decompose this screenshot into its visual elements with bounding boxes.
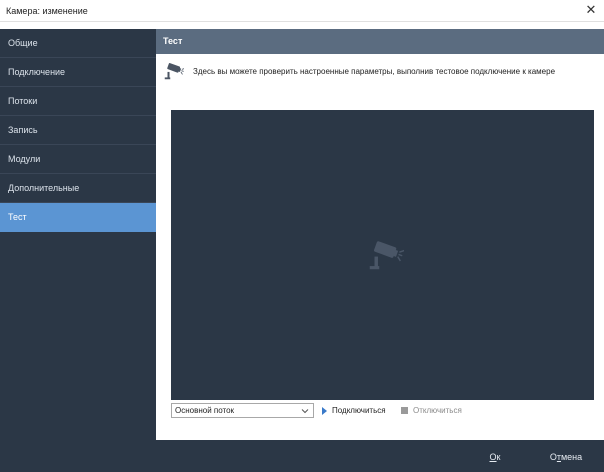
ok-button[interactable]: Ок — [474, 448, 516, 466]
disconnect-label: Отключиться — [413, 406, 462, 415]
ok-label-mnemonic: О — [489, 452, 497, 462]
camera-icon — [369, 241, 404, 270]
panel-header: Тест — [156, 29, 604, 54]
close-icon[interactable]: ✕ — [584, 3, 598, 17]
disconnect-button[interactable]: Отключиться — [401, 403, 462, 418]
sidebar-item-recording[interactable]: Запись — [0, 116, 156, 145]
cancel-label-first: О — [549, 452, 557, 462]
chevron-down-icon — [301, 409, 309, 414]
play-icon — [322, 406, 327, 415]
stream-select[interactable]: Основной поток — [171, 403, 314, 418]
sidebar: Общие Подключение Потоки Запись Модули Д… — [0, 29, 156, 440]
info-text: Здесь вы можете проверить настроенные па… — [193, 67, 556, 76]
cancel-button[interactable]: Отмена — [536, 448, 596, 466]
sidebar-item-streams[interactable]: Потоки — [0, 87, 156, 116]
stream-controls: Основной поток Подключиться Отключиться — [171, 403, 594, 421]
stop-icon — [401, 407, 408, 414]
title-bar: Камера: изменение ✕ — [0, 0, 604, 22]
info-bar: Здесь вы можете проверить настроенные па… — [156, 54, 604, 90]
stream-select-value: Основной поток — [175, 406, 235, 415]
sidebar-item-connection[interactable]: Подключение — [0, 58, 156, 87]
sidebar-item-additional[interactable]: Дополнительные — [0, 174, 156, 203]
sidebar-item-modules[interactable]: Модули — [0, 145, 156, 174]
footer-bar: Ок Отмена — [0, 440, 604, 472]
ok-label-rest: к — [496, 452, 501, 462]
sidebar-item-test[interactable]: Тест — [0, 203, 156, 232]
connect-button[interactable]: Подключиться — [322, 403, 386, 418]
cancel-label-rest: мена — [560, 452, 583, 462]
camera-icon — [164, 63, 184, 80]
window-title: Камера: изменение — [6, 6, 88, 16]
connect-label: Подключиться — [332, 406, 386, 415]
panel-title: Тест — [163, 36, 183, 46]
video-preview — [171, 110, 594, 400]
sidebar-item-general[interactable]: Общие — [0, 29, 156, 58]
